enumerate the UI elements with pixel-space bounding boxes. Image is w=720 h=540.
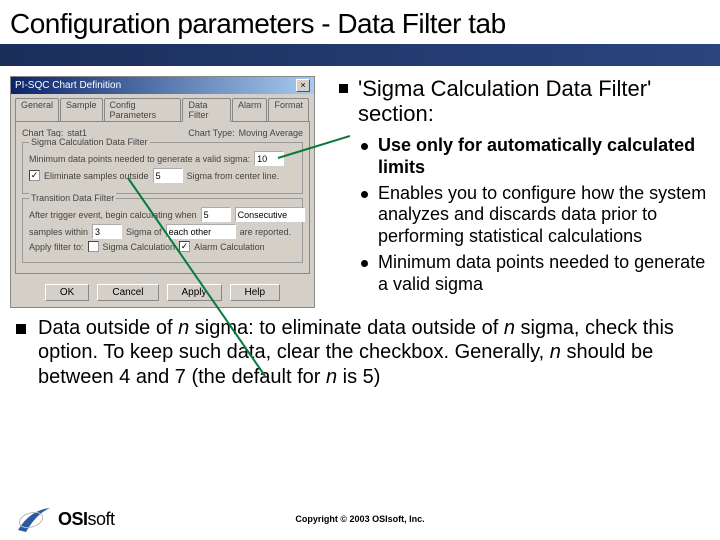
brand-text: OSIsoft (58, 509, 115, 530)
samples-within-input[interactable] (92, 224, 122, 239)
eliminate-suffix: Sigma from center line. (187, 171, 280, 181)
logo: OSIsoft (16, 504, 115, 534)
tab-sample[interactable]: Sample (60, 98, 103, 121)
transition-filter-group: Transition Data Filter After trigger eve… (22, 198, 303, 263)
bottom-bullet: Data outside of n sigma: to eliminate da… (0, 308, 720, 389)
dialog-window: PI-SQC Chart Definition × General Sample… (10, 76, 315, 308)
dialog-tab-body: Chart Tag: stat1 Chart Type: Moving Aver… (15, 121, 310, 274)
title-band (0, 44, 720, 66)
eliminate-sigma-input[interactable] (153, 168, 183, 183)
eliminate-label: Eliminate samples outside (44, 171, 149, 181)
dot-bullet-icon (361, 260, 368, 267)
apply-sigma-checkbox[interactable] (88, 241, 99, 252)
sigma-calc-legend: Sigma Calculation Data Filter (29, 137, 150, 147)
transition-legend: Transition Data Filter (29, 193, 116, 203)
copyright-text: Copyright © 2003 OSIsoft, Inc. (295, 514, 424, 524)
dot-bullet-icon (361, 191, 368, 198)
square-bullet-icon (339, 84, 348, 93)
list-item: Minimum data points needed to generate a… (361, 252, 710, 296)
tab-general[interactable]: General (15, 98, 59, 121)
sub-text-2: Enables you to configure how the system … (378, 183, 710, 249)
slide-title: Configuration parameters - Data Filter t… (0, 0, 720, 44)
tab-data-filter[interactable]: Data Filter (182, 98, 230, 122)
list-item: Use only for automatically calculated li… (361, 135, 710, 179)
dot-bullet-icon (361, 143, 368, 150)
chart-type-label: Chart Type: (188, 128, 234, 138)
tab-config-parameters[interactable]: Config Parameters (104, 98, 182, 121)
sub-bullet-list: Use only for automatically calculated li… (339, 135, 710, 297)
list-item: Enables you to configure how the system … (361, 183, 710, 249)
dialog-tabs: General Sample Config Parameters Data Fi… (11, 94, 314, 121)
tab-format[interactable]: Format (268, 98, 309, 121)
samples-suffix: are reported. (240, 227, 292, 237)
dialog-button-row: OK Cancel Apply Help (11, 278, 314, 307)
apply-button[interactable]: Apply (167, 284, 222, 301)
after-trigger-label: After trigger event, begin calculating w… (29, 210, 197, 220)
bottom-text: Data outside of n sigma: to eliminate da… (38, 316, 700, 389)
dialog-title-text: PI-SQC Chart Definition (15, 80, 121, 91)
eliminate-row: Eliminate samples outside Sigma from cen… (29, 168, 296, 183)
apply-alarm-checkbox[interactable] (179, 241, 190, 252)
lead-text: 'Sigma Calculation Data Filter' section: (358, 76, 710, 127)
sub-text-3: Minimum data points needed to generate a… (378, 252, 710, 296)
samples-within-row: samples within Sigma of are reported. (29, 224, 296, 239)
sigma-calc-filter-group: Sigma Calculation Data Filter Minimum da… (22, 142, 303, 194)
dialog-titlebar: PI-SQC Chart Definition × (11, 77, 314, 94)
apply-filter-row: Apply filter to: Sigma Calculation Alarm… (29, 241, 296, 252)
min-points-label: Minimum data points needed to generate a… (29, 154, 250, 164)
dialog-column: PI-SQC Chart Definition × General Sample… (10, 76, 315, 308)
ok-button[interactable]: OK (45, 284, 89, 301)
min-points-row: Minimum data points needed to generate a… (29, 151, 296, 166)
after-trigger-row: After trigger event, begin calculating w… (29, 207, 296, 222)
close-icon[interactable]: × (296, 79, 310, 92)
content-row: PI-SQC Chart Definition × General Sample… (0, 66, 720, 308)
samples-mid: Sigma of (126, 227, 162, 237)
samples-of-input[interactable] (166, 224, 236, 239)
after-trigger-input[interactable] (201, 207, 231, 222)
square-bullet-icon (16, 324, 26, 334)
eliminate-checkbox[interactable] (29, 170, 40, 181)
apply-sigma-label: Sigma Calculation (103, 242, 176, 252)
text-column: 'Sigma Calculation Data Filter' section:… (335, 76, 710, 308)
tab-alarm[interactable]: Alarm (232, 98, 268, 121)
lead-bullet: 'Sigma Calculation Data Filter' section: (339, 76, 710, 127)
min-points-input[interactable] (254, 151, 284, 166)
footer: OSIsoft Copyright © 2003 OSIsoft, Inc. (0, 504, 720, 534)
apply-alarm-label: Alarm Calculation (194, 242, 265, 252)
sub-text-1: Use only for automatically calculated li… (378, 135, 710, 179)
apply-filter-label: Apply filter to: (29, 242, 84, 252)
chart-type-value: Moving Average (239, 128, 303, 138)
after-trigger-mode[interactable] (235, 207, 305, 222)
logo-swoosh-icon (16, 504, 52, 534)
samples-within-label: samples within (29, 227, 88, 237)
cancel-button[interactable]: Cancel (97, 284, 158, 301)
help-button[interactable]: Help (230, 284, 281, 301)
